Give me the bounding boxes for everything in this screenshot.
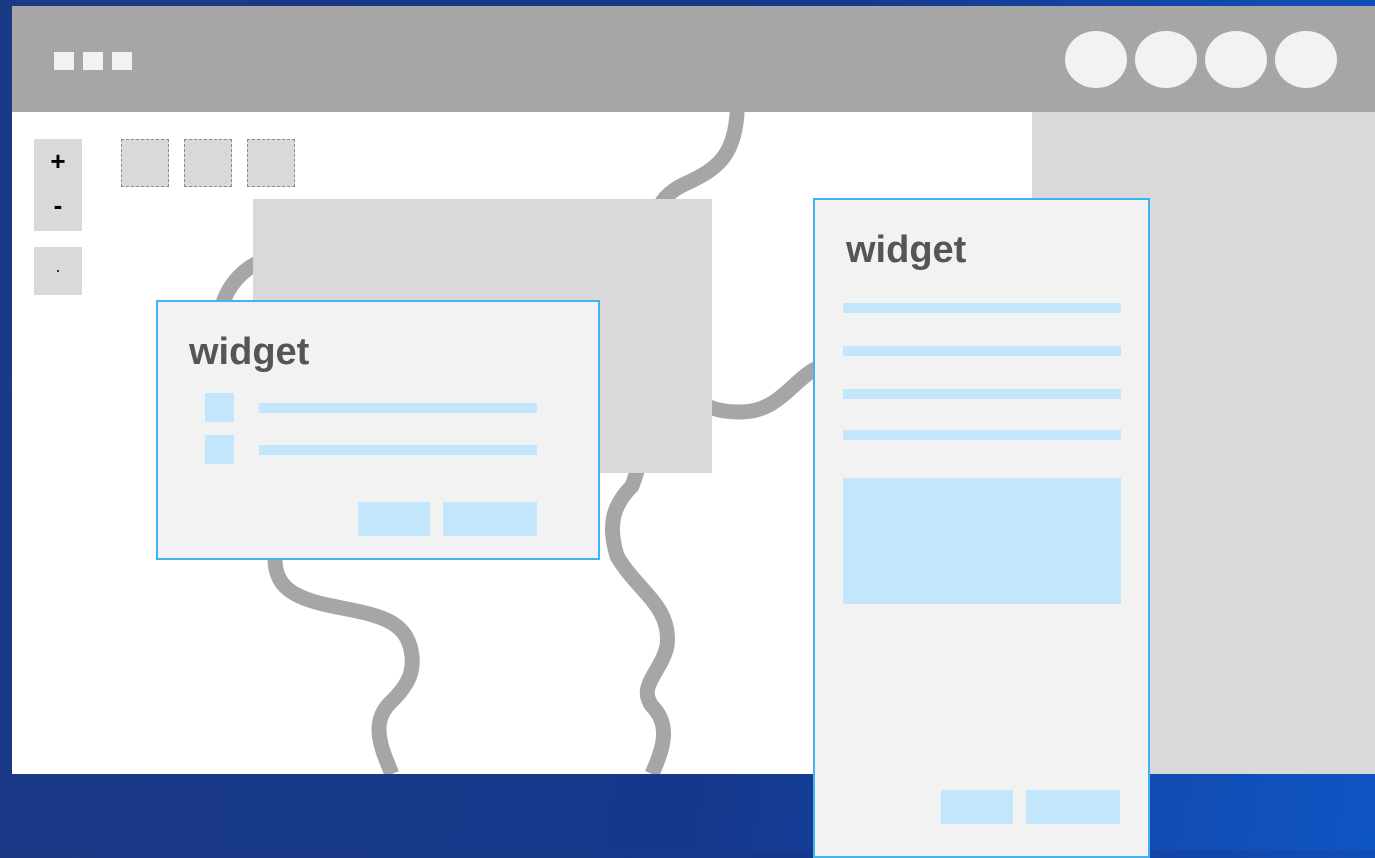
- text-line-placeholder: [843, 389, 1121, 399]
- widget-button[interactable]: [358, 502, 430, 536]
- widget-title: widget: [189, 331, 310, 373]
- widget-title: widget: [846, 229, 967, 271]
- zoom-in-button[interactable]: +: [34, 139, 82, 183]
- checkbox[interactable]: [205, 393, 234, 422]
- checkbox[interactable]: [205, 435, 234, 464]
- circle-icon-1[interactable]: [1065, 31, 1127, 88]
- zoom-control: + -: [34, 139, 82, 231]
- text-line-placeholder: [259, 445, 537, 455]
- tool-slot[interactable]: [184, 139, 232, 187]
- header-icon-group: [1065, 31, 1337, 88]
- zoom-out-button[interactable]: -: [34, 183, 82, 227]
- circle-icon-4[interactable]: [1275, 31, 1337, 88]
- river-path: [267, 555, 420, 774]
- content-block-placeholder: [843, 478, 1121, 604]
- text-line-placeholder: [843, 430, 1121, 440]
- header-bar: [12, 6, 1375, 112]
- tool-slot[interactable]: [121, 139, 169, 187]
- text-line-placeholder: [259, 403, 537, 413]
- widget-button[interactable]: [443, 502, 537, 536]
- menu-squares-icon[interactable]: [54, 52, 132, 70]
- home-button[interactable]: [34, 247, 82, 295]
- menu-square: [83, 52, 103, 70]
- menu-square: [112, 52, 132, 70]
- home-icon: [57, 270, 59, 272]
- circle-icon-2[interactable]: [1135, 31, 1197, 88]
- widget-button[interactable]: [1026, 790, 1120, 824]
- widget-button[interactable]: [941, 790, 1013, 824]
- widget-panel-small[interactable]: widget: [156, 300, 600, 560]
- circle-icon-3[interactable]: [1205, 31, 1267, 88]
- widget-panel-tall[interactable]: widget: [813, 198, 1150, 858]
- text-line-placeholder: [843, 303, 1121, 313]
- text-line-placeholder: [843, 346, 1121, 356]
- menu-square: [54, 52, 74, 70]
- tool-slots: [121, 139, 295, 187]
- tool-slot[interactable]: [247, 139, 295, 187]
